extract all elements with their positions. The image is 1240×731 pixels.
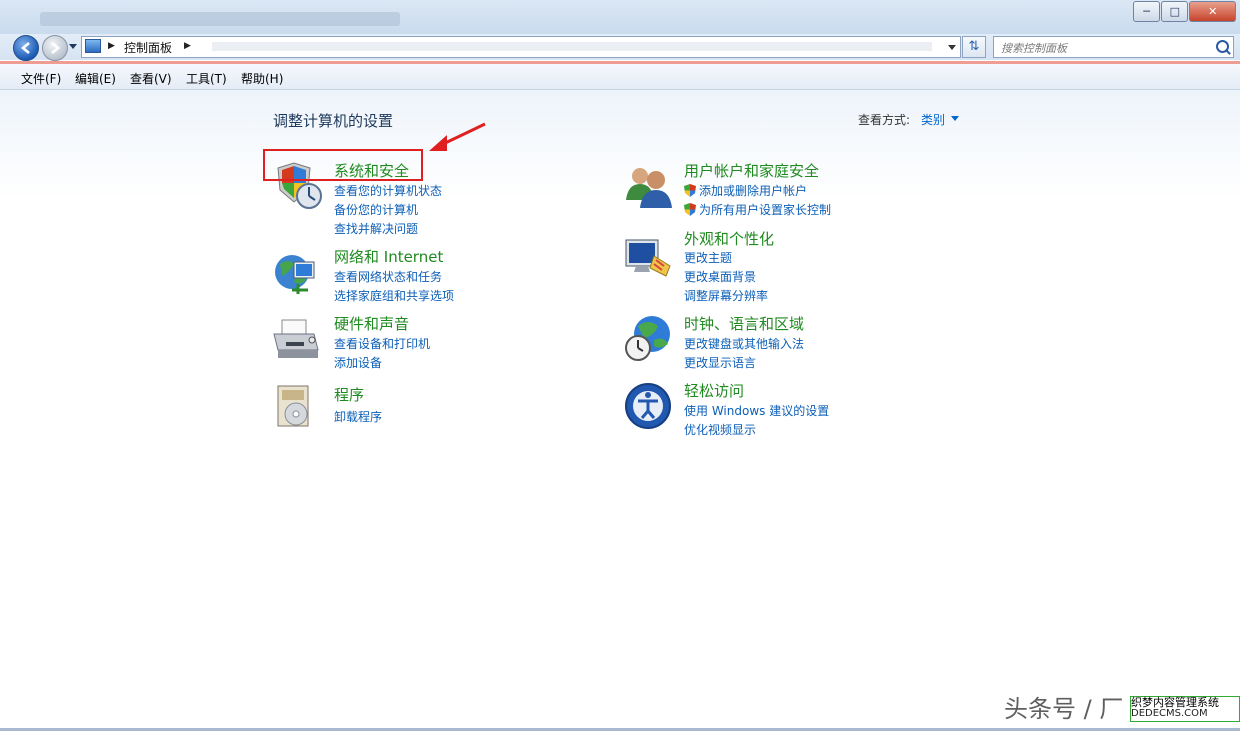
breadcrumb-separator-icon[interactable]: ▶	[108, 41, 115, 51]
users-icon[interactable]	[624, 162, 672, 210]
link-add-remove-users[interactable]: 添加或删除用户帐户	[684, 182, 807, 199]
refresh-icon: ⇅	[968, 39, 980, 54]
search-placeholder: 搜索控制面板	[1001, 42, 1067, 55]
category-network-internet[interactable]: 网络和 Internet	[334, 246, 443, 267]
view-by-dropdown[interactable]: 类别	[921, 111, 945, 128]
link-parental-controls[interactable]: 为所有用户设置家长控制	[684, 201, 831, 218]
search-icon[interactable]	[1216, 40, 1229, 53]
watermark-logo-line2: DEDECMS.COM	[1131, 708, 1208, 719]
menu-view[interactable]: 查看(V)	[130, 70, 172, 87]
link-backup-computer[interactable]: 备份您的计算机	[334, 201, 418, 218]
address-blurred-area	[212, 42, 932, 51]
link-add-device[interactable]: 添加设备	[334, 354, 382, 371]
menu-help[interactable]: 帮助(H)	[241, 70, 283, 87]
menu-edit[interactable]: 编辑(E)	[75, 70, 116, 87]
close-button[interactable]: ✕	[1189, 1, 1236, 22]
maximize-button[interactable]: □	[1161, 1, 1189, 22]
link-keyboard-input[interactable]: 更改键盘或其他输入法	[684, 335, 804, 352]
link-change-theme[interactable]: 更改主题	[684, 249, 732, 266]
link-label: 添加或删除用户帐户	[699, 184, 808, 198]
category-hardware-sound[interactable]: 硬件和声音	[334, 313, 409, 334]
recent-pages-dropdown[interactable]	[69, 44, 77, 49]
link-devices-printers[interactable]: 查看设备和打印机	[334, 335, 430, 352]
link-label: 为所有用户设置家长控制	[699, 203, 832, 217]
view-by-label: 查看方式:	[858, 113, 911, 127]
category-user-accounts[interactable]: 用户帐户和家庭安全	[684, 160, 819, 181]
printer-icon[interactable]	[272, 316, 320, 364]
address-bar[interactable]: ▶ 控制面板 ▶	[81, 36, 961, 58]
watermark-logo: 织梦内容管理系统 DEDECMS.COM	[1130, 696, 1240, 722]
ease-of-access-icon[interactable]	[624, 382, 672, 430]
minimize-button[interactable]: ─	[1133, 1, 1161, 22]
search-box[interactable]: 搜索控制面板	[993, 36, 1234, 58]
minimize-icon: ─	[1143, 5, 1150, 18]
uac-shield-icon	[684, 203, 696, 216]
back-button[interactable]	[13, 35, 39, 61]
link-view-computer-status[interactable]: 查看您的计算机状态	[334, 182, 442, 199]
title-bar-blurred-tabs	[40, 12, 400, 26]
control-panel-icon	[85, 39, 101, 53]
menu-file[interactable]: 文件(F)	[21, 70, 61, 87]
page-title: 调整计算机的设置	[273, 112, 394, 130]
appearance-icon[interactable]	[624, 236, 672, 284]
watermark-logo-line1: 织梦内容管理系统	[1131, 696, 1219, 709]
forward-arrow-icon	[51, 42, 61, 54]
breadcrumb-control-panel[interactable]: 控制面板	[124, 39, 172, 56]
link-uninstall-program[interactable]: 卸载程序	[334, 408, 382, 425]
category-programs[interactable]: 程序	[334, 384, 364, 405]
menu-bar: 文件(F) 编辑(E) 查看(V) 工具(T) 帮助(H)	[0, 64, 1240, 90]
category-ease-of-access[interactable]: 轻松访问	[684, 380, 744, 401]
link-desktop-background[interactable]: 更改桌面背景	[684, 268, 756, 285]
maximize-icon: □	[1169, 5, 1180, 18]
content-area	[0, 90, 1240, 731]
refresh-button[interactable]: ⇅	[962, 36, 986, 58]
address-history-dropdown-icon[interactable]	[948, 45, 956, 50]
link-network-status[interactable]: 查看网络状态和任务	[334, 268, 442, 285]
chevron-down-icon[interactable]	[951, 116, 959, 121]
highlight-box	[263, 149, 423, 181]
close-icon: ✕	[1208, 5, 1218, 18]
forward-button[interactable]	[42, 35, 68, 61]
link-screen-resolution[interactable]: 调整屏幕分辨率	[684, 287, 768, 304]
category-clock-region[interactable]: 时钟、语言和区域	[684, 313, 804, 334]
window-controls: ─ □ ✕	[1133, 1, 1236, 22]
uac-shield-icon	[684, 184, 696, 197]
clock-globe-icon[interactable]	[624, 314, 672, 362]
link-homegroup-sharing[interactable]: 选择家庭组和共享选项	[334, 287, 454, 304]
link-troubleshoot[interactable]: 查找并解决问题	[334, 220, 418, 237]
network-globe-icon[interactable]	[272, 250, 320, 298]
breadcrumb-separator-icon[interactable]: ▶	[184, 41, 191, 51]
link-optimize-video-display[interactable]: 优化视频显示	[684, 421, 756, 438]
programs-icon[interactable]	[272, 382, 320, 430]
category-appearance[interactable]: 外观和个性化	[684, 228, 774, 249]
watermark-text: 头条号 / 厂	[1004, 695, 1124, 723]
link-windows-suggested-settings[interactable]: 使用 Windows 建议的设置	[684, 402, 829, 419]
red-arrow-annotation	[429, 122, 486, 151]
menu-tools[interactable]: 工具(T)	[186, 70, 227, 87]
back-arrow-icon	[20, 42, 30, 54]
link-display-language[interactable]: 更改显示语言	[684, 354, 756, 371]
